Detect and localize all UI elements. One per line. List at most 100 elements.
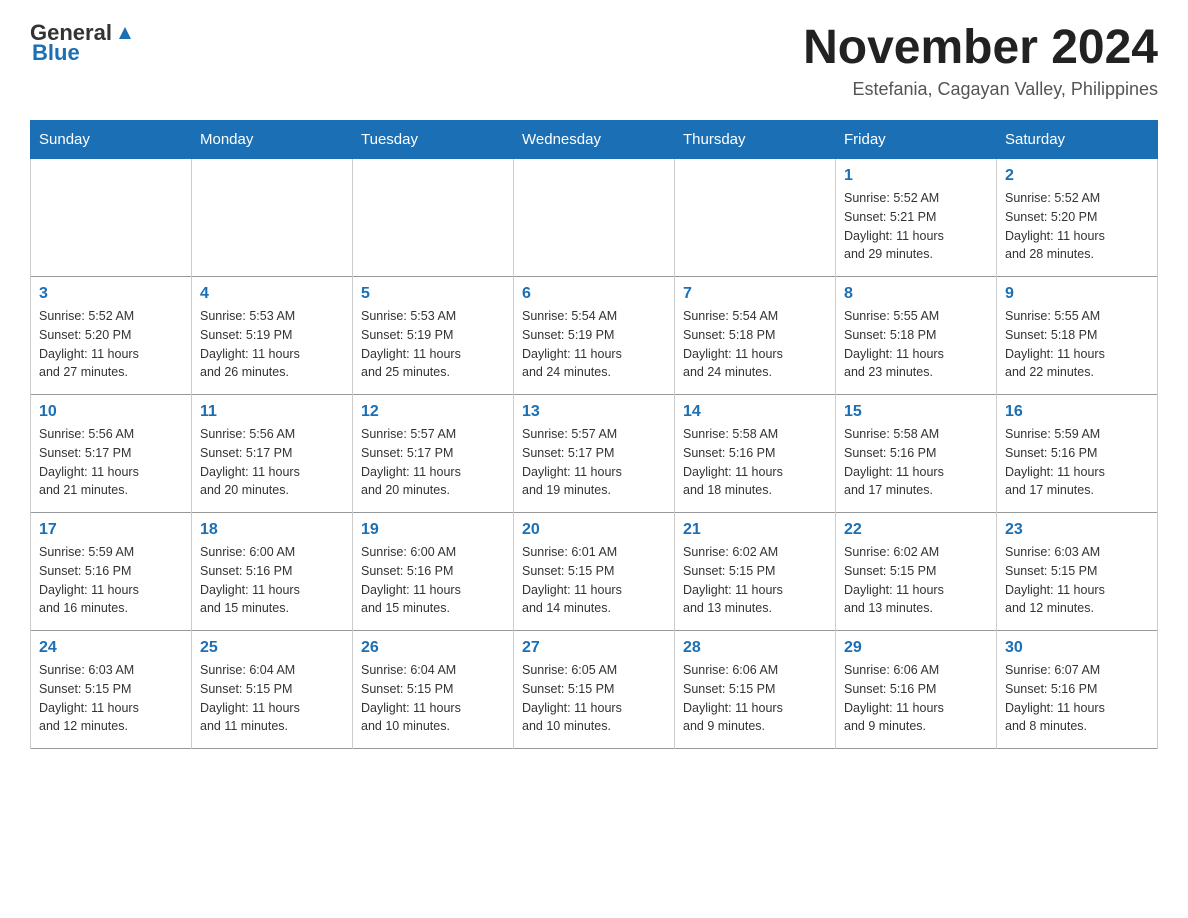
- calendar-cell: 19Sunrise: 6:00 AMSunset: 5:16 PMDayligh…: [353, 513, 514, 631]
- day-info: Sunrise: 6:04 AMSunset: 5:15 PMDaylight:…: [361, 661, 505, 736]
- day-number: 13: [522, 403, 666, 421]
- title-section: November 2024 Estefania, Cagayan Valley,…: [803, 20, 1158, 100]
- day-number: 12: [361, 403, 505, 421]
- day-number: 7: [683, 285, 827, 303]
- calendar-cell: 29 Sunrise: 6:06 AMSunset: 5:16 PMDayligh…: [836, 631, 997, 749]
- calendar-cell: 20Sunrise: 6:01 AMSunset: 5:15 PMDayligh…: [514, 513, 675, 631]
- weekday-header-saturday: Saturday: [997, 121, 1158, 159]
- day-number: 9: [1005, 285, 1149, 303]
- calendar-cell: 3 Sunrise: 5:52 AMSunset: 5:20 PMDaylight…: [31, 277, 192, 395]
- day-info: Sunrise: 6:01 AMSunset: 5:15 PMDaylight:…: [522, 543, 666, 618]
- calendar-cell: 16 Sunrise: 5:59 AMSunset: 5:16 PMDayligh…: [997, 395, 1158, 513]
- day-info: Sunrise: 5:55 AMSunset: 5:18 PMDaylight:…: [844, 307, 988, 382]
- month-year-title: November 2024: [803, 20, 1158, 75]
- day-info: Sunrise: 6:03 AMSunset: 5:15 PMDaylight:…: [39, 661, 183, 736]
- calendar-week-row: 1 Sunrise: 5:52 AMSunset: 5:21 PMDaylight…: [31, 159, 1158, 277]
- day-info: Sunrise: 6:06 AMSunset: 5:16 PMDaylight:…: [844, 661, 988, 736]
- day-number: 17: [39, 521, 183, 539]
- weekday-header-row: SundayMondayTuesdayWednesdayThursdayFrid…: [31, 121, 1158, 159]
- day-info: Sunrise: 5:52 AMSunset: 5:21 PMDaylight:…: [844, 189, 988, 264]
- calendar-week-row: 17 Sunrise: 5:59 AMSunset: 5:16 PMDayligh…: [31, 513, 1158, 631]
- day-info: Sunrise: 6:02 AMSunset: 5:15 PMDaylight:…: [844, 543, 988, 618]
- calendar-table: SundayMondayTuesdayWednesdayThursdayFrid…: [30, 120, 1158, 749]
- weekday-header-sunday: Sunday: [31, 121, 192, 159]
- day-number: 25: [200, 639, 344, 657]
- calendar-cell: 4 Sunrise: 5:53 AMSunset: 5:19 PMDaylight…: [192, 277, 353, 395]
- calendar-cell: 11 Sunrise: 5:56 AMSunset: 5:17 PMDayligh…: [192, 395, 353, 513]
- calendar-cell: 23Sunrise: 6:03 AMSunset: 5:15 PMDayligh…: [997, 513, 1158, 631]
- day-info: Sunrise: 6:04 AMSunset: 5:15 PMDaylight:…: [200, 661, 344, 736]
- calendar-cell: [675, 159, 836, 277]
- day-info: Sunrise: 5:57 AMSunset: 5:17 PMDaylight:…: [522, 425, 666, 500]
- day-number: 24: [39, 639, 183, 657]
- calendar-cell: 10Sunrise: 5:56 AMSunset: 5:17 PMDayligh…: [31, 395, 192, 513]
- day-info: Sunrise: 5:52 AMSunset: 5:20 PMDaylight:…: [1005, 189, 1149, 264]
- calendar-cell: 18 Sunrise: 6:00 AMSunset: 5:16 PMDayligh…: [192, 513, 353, 631]
- day-info: Sunrise: 6:06 AMSunset: 5:15 PMDaylight:…: [683, 661, 827, 736]
- calendar-cell: 6Sunrise: 5:54 AMSunset: 5:19 PMDaylight…: [514, 277, 675, 395]
- day-number: 4: [200, 285, 344, 303]
- calendar-cell: 9Sunrise: 5:55 AMSunset: 5:18 PMDaylight…: [997, 277, 1158, 395]
- day-number: 16: [1005, 403, 1149, 421]
- calendar-cell: 14 Sunrise: 5:58 AMSunset: 5:16 PMDayligh…: [675, 395, 836, 513]
- day-info: Sunrise: 5:59 AMSunset: 5:16 PMDaylight:…: [1005, 425, 1149, 500]
- day-info: Sunrise: 5:57 AMSunset: 5:17 PMDaylight:…: [361, 425, 505, 500]
- day-info: Sunrise: 5:56 AMSunset: 5:17 PMDaylight:…: [39, 425, 183, 500]
- day-info: Sunrise: 6:03 AMSunset: 5:15 PMDaylight:…: [1005, 543, 1149, 618]
- calendar-week-row: 24 Sunrise: 6:03 AMSunset: 5:15 PMDayligh…: [31, 631, 1158, 749]
- day-info: Sunrise: 5:52 AMSunset: 5:20 PMDaylight:…: [39, 307, 183, 382]
- calendar-header: SundayMondayTuesdayWednesdayThursdayFrid…: [31, 121, 1158, 159]
- day-number: 27: [522, 639, 666, 657]
- day-number: 26: [361, 639, 505, 657]
- day-number: 2: [1005, 167, 1149, 185]
- day-number: 29: [844, 639, 988, 657]
- location-subtitle: Estefania, Cagayan Valley, Philippines: [803, 79, 1158, 100]
- calendar-cell: 8 Sunrise: 5:55 AMSunset: 5:18 PMDaylight…: [836, 277, 997, 395]
- day-number: 11: [200, 403, 344, 421]
- day-number: 1: [844, 167, 988, 185]
- calendar-cell: 25 Sunrise: 6:04 AMSunset: 5:15 PMDayligh…: [192, 631, 353, 749]
- day-info: Sunrise: 6:00 AMSunset: 5:16 PMDaylight:…: [200, 543, 344, 618]
- day-number: 28: [683, 639, 827, 657]
- weekday-header-friday: Friday: [836, 121, 997, 159]
- day-info: Sunrise: 5:53 AMSunset: 5:19 PMDaylight:…: [361, 307, 505, 382]
- logo: General Blue: [30, 20, 136, 66]
- calendar-cell: 22 Sunrise: 6:02 AMSunset: 5:15 PMDayligh…: [836, 513, 997, 631]
- day-info: Sunrise: 6:05 AMSunset: 5:15 PMDaylight:…: [522, 661, 666, 736]
- calendar-cell: [353, 159, 514, 277]
- calendar-cell: 30Sunrise: 6:07 AMSunset: 5:16 PMDayligh…: [997, 631, 1158, 749]
- day-info: Sunrise: 5:54 AMSunset: 5:18 PMDaylight:…: [683, 307, 827, 382]
- day-info: Sunrise: 5:58 AMSunset: 5:16 PMDaylight:…: [683, 425, 827, 500]
- calendar-week-row: 3 Sunrise: 5:52 AMSunset: 5:20 PMDaylight…: [31, 277, 1158, 395]
- calendar-cell: [192, 159, 353, 277]
- logo-blue-text: Blue: [32, 40, 80, 66]
- page-header: General Blue November 2024 Estefania, Ca…: [30, 20, 1158, 100]
- calendar-cell: 13 Sunrise: 5:57 AMSunset: 5:17 PMDayligh…: [514, 395, 675, 513]
- calendar-cell: 7 Sunrise: 5:54 AMSunset: 5:18 PMDaylight…: [675, 277, 836, 395]
- day-info: Sunrise: 6:02 AMSunset: 5:15 PMDaylight:…: [683, 543, 827, 618]
- day-number: 18: [200, 521, 344, 539]
- day-number: 21: [683, 521, 827, 539]
- calendar-cell: 1 Sunrise: 5:52 AMSunset: 5:21 PMDaylight…: [836, 159, 997, 277]
- day-number: 3: [39, 285, 183, 303]
- day-number: 5: [361, 285, 505, 303]
- calendar-cell: [31, 159, 192, 277]
- weekday-header-thursday: Thursday: [675, 121, 836, 159]
- day-info: Sunrise: 5:58 AMSunset: 5:16 PMDaylight:…: [844, 425, 988, 500]
- day-number: 6: [522, 285, 666, 303]
- calendar-cell: 26 Sunrise: 6:04 AMSunset: 5:15 PMDayligh…: [353, 631, 514, 749]
- calendar-cell: 2 Sunrise: 5:52 AMSunset: 5:20 PMDaylight…: [997, 159, 1158, 277]
- calendar-cell: 21 Sunrise: 6:02 AMSunset: 5:15 PMDayligh…: [675, 513, 836, 631]
- calendar-cell: 17 Sunrise: 5:59 AMSunset: 5:16 PMDayligh…: [31, 513, 192, 631]
- calendar-cell: 12 Sunrise: 5:57 AMSunset: 5:17 PMDayligh…: [353, 395, 514, 513]
- day-number: 14: [683, 403, 827, 421]
- day-number: 8: [844, 285, 988, 303]
- day-info: Sunrise: 5:59 AMSunset: 5:16 PMDaylight:…: [39, 543, 183, 618]
- calendar-cell: 5 Sunrise: 5:53 AMSunset: 5:19 PMDaylight…: [353, 277, 514, 395]
- day-info: Sunrise: 5:56 AMSunset: 5:17 PMDaylight:…: [200, 425, 344, 500]
- calendar-week-row: 10Sunrise: 5:56 AMSunset: 5:17 PMDayligh…: [31, 395, 1158, 513]
- day-info: Sunrise: 6:00 AMSunset: 5:16 PMDaylight:…: [361, 543, 505, 618]
- weekday-header-monday: Monday: [192, 121, 353, 159]
- day-number: 22: [844, 521, 988, 539]
- day-info: Sunrise: 5:53 AMSunset: 5:19 PMDaylight:…: [200, 307, 344, 382]
